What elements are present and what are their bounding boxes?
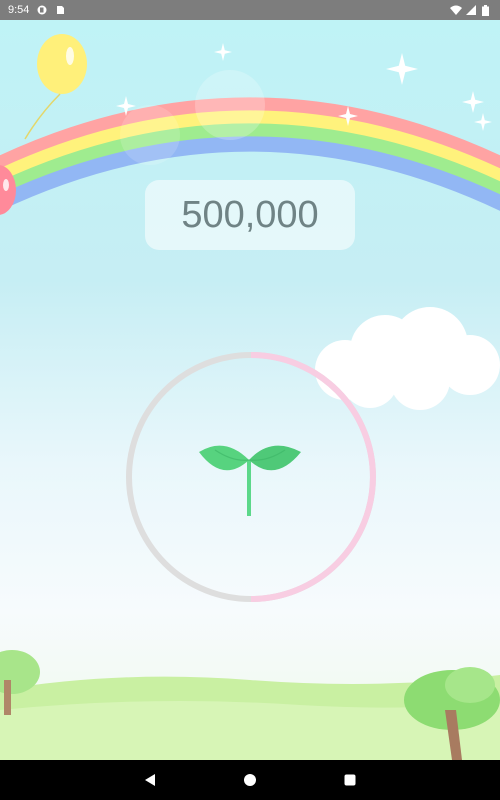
score-value: 500,000: [181, 193, 319, 236]
sparkle-icon: [462, 91, 484, 113]
status-time: 9:54: [8, 4, 30, 16]
sparkle-icon: [338, 106, 358, 126]
yellow-balloon-icon: [24, 34, 87, 140]
game-scene: 500,000: [0, 20, 500, 760]
wifi-icon: [450, 5, 462, 15]
sparkle-icon: [386, 53, 418, 85]
sprout-icon[interactable]: [195, 438, 305, 518]
status-right: [450, 5, 492, 16]
status-bar: 9:54: [0, 0, 500, 20]
back-button[interactable]: [140, 770, 160, 790]
battery-icon: [482, 5, 492, 16]
sd-card-icon: [55, 5, 65, 15]
recents-button[interactable]: [340, 770, 360, 790]
pink-balloon-icon: [0, 165, 16, 215]
sparkle-icon: [116, 96, 136, 116]
sparkle-icon: [474, 113, 492, 131]
home-button[interactable]: [240, 770, 260, 790]
status-left: 9:54: [8, 4, 65, 16]
score-counter: 500,000: [145, 180, 355, 250]
back-icon: [145, 774, 155, 786]
app-notification-icon: [37, 5, 47, 15]
sparkle-icon: [214, 43, 232, 61]
recents-icon: [344, 774, 356, 786]
navigation-bar: [0, 760, 500, 800]
home-icon: [244, 774, 256, 786]
signal-icon: [466, 5, 476, 15]
hills-background: [0, 650, 500, 760]
